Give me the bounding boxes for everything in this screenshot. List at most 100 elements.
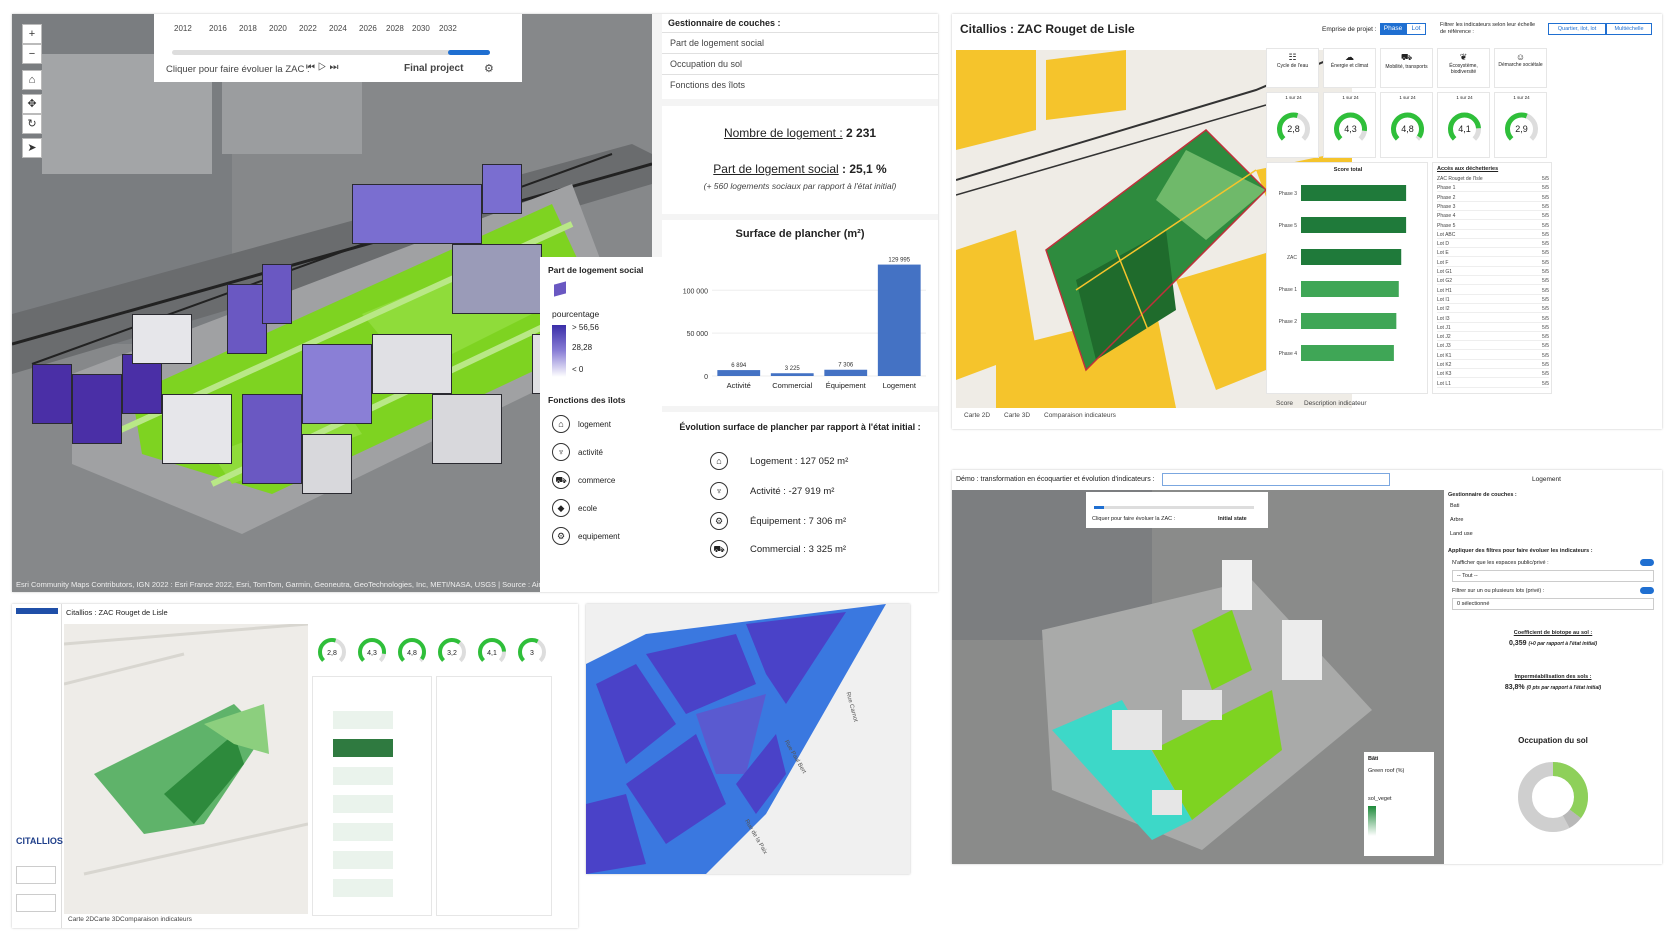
table-cell: 5/5 [1542, 250, 1549, 257]
score-card [312, 676, 432, 916]
timeline-slider[interactable] [1094, 506, 1254, 509]
filter2-select[interactable]: 0 sélectionné [1452, 598, 1654, 610]
y-tick-label: 50 000 [687, 331, 709, 338]
sidebar: CITALLIOS [12, 604, 63, 928]
tab-carte-2d[interactable]: Carte 2D [964, 412, 990, 419]
theme-card[interactable]: ☁ Énergie et climat [1323, 48, 1376, 88]
map-3d-aerial[interactable]: Cliquer pour faire évoluer la ZAC : Init… [952, 490, 1444, 864]
panel-2d-dashboard: Citallios : ZAC Rouget de Lisle Emprise … [952, 14, 1662, 429]
gauge: 4,1 [478, 638, 506, 666]
compass-icon[interactable]: ➤ [22, 138, 42, 158]
zoom-in-button[interactable]: + [22, 24, 42, 44]
pan-icon[interactable]: ✥ [22, 94, 42, 114]
housing-kpi-card: Nombre de logement : 2 231 Part de logem… [662, 106, 938, 214]
tab-carte-2d[interactable]: Carte 2D [68, 916, 94, 923]
table-cell: 5/5 [1542, 231, 1549, 238]
layer-item[interactable]: Bati [1450, 503, 1459, 509]
tab-carte-3d[interactable]: Carte 3D [94, 916, 120, 923]
score-bar [1301, 345, 1394, 361]
legend-max: > 56,56 [572, 323, 599, 332]
imp-title: Imperméabilisation des sols : [1514, 674, 1592, 680]
sidebar-button[interactable] [16, 608, 58, 614]
rotate-icon[interactable]: ↻ [22, 114, 42, 134]
home-icon[interactable]: ⌂ [22, 70, 42, 90]
tab-carte-3d[interactable]: Carte 3D [1004, 412, 1030, 419]
tab-comparaison[interactable]: Comparaison indicateurs [120, 916, 192, 923]
legend-sub2: sol_veget [1368, 796, 1392, 802]
bati-legend: Bâti Green roof (%) sol_veget [1364, 752, 1434, 856]
gauge: 2,8 [318, 638, 346, 666]
table-cell: Lot J1 [1437, 324, 1451, 331]
table-row: Lot I3 5/5 [1437, 316, 1549, 323]
sidebar-button[interactable] [16, 894, 56, 912]
toggle-switch[interactable] [1640, 559, 1654, 566]
table-cell: Lot E [1437, 250, 1449, 257]
table-cell: Phase 4 [1437, 213, 1456, 220]
gauge: 4,3 [358, 638, 386, 666]
house-icon: ⌂ [552, 415, 570, 433]
filter-option[interactable]: Multiéchelle [1606, 23, 1652, 35]
layer-manager-title: Gestionnaire de couches : [668, 18, 781, 28]
evolution-row: Commercial : 3 325 m² [750, 543, 847, 555]
theme-card[interactable]: ❦ Écosystème, biodiversité [1437, 48, 1490, 88]
tab-score[interactable]: Score [1276, 400, 1293, 407]
zoom-out-button[interactable]: − [22, 44, 42, 64]
tab-comparaison[interactable]: Comparaison indicateurs [1044, 412, 1116, 419]
toggle-switch[interactable] [1640, 587, 1654, 594]
timeline-state-label: Final project [404, 63, 464, 74]
timeline-year: 2016 [209, 24, 227, 33]
sidebar-button[interactable] [16, 866, 56, 884]
table-row: Lot G2 5/5 [1437, 278, 1549, 286]
table-row: Phase 5 5/5 [1437, 223, 1549, 230]
table-cell: 5/5 [1542, 222, 1549, 229]
timeline-year: 2028 [386, 24, 404, 33]
filter1-select[interactable]: -- Tout -- [1452, 570, 1654, 582]
gauge-page: 1 sur 24 [1513, 95, 1530, 100]
table-cell: Lot F [1437, 259, 1449, 266]
layer-item[interactable]: Part de logement social [662, 32, 938, 53]
gauge-page: 1 sur 24 [1285, 95, 1302, 100]
theme-icon: ☺ [1515, 52, 1526, 62]
map-2d-small[interactable] [63, 622, 309, 914]
theme-card[interactable]: ☺ Démarche sociétale [1494, 48, 1547, 88]
graduation-cap-icon: ◆ [552, 499, 570, 517]
timeline-slider[interactable] [172, 50, 490, 55]
filter-option[interactable]: Quartier, ilot, lot [1548, 23, 1606, 35]
table-row: Lot L1 5/5 [1437, 381, 1549, 388]
fonction-label: commerce [578, 475, 616, 485]
tab-description[interactable]: Description indicateur [1304, 400, 1367, 407]
table-cell: 5/5 [1542, 194, 1549, 201]
map-legend: Part de logement social pourcentage > 56… [540, 257, 662, 592]
table-row: Lot D 5/5 [1437, 241, 1549, 249]
settings-icon[interactable]: ⚙ [484, 62, 494, 75]
score-card: Score total Phase 3 Phase 5 ZAC Phase 1 Phas… [1266, 162, 1428, 394]
layer-item[interactable]: Occupation du sol [662, 53, 938, 74]
tab-logement[interactable]: Logement [1532, 476, 1561, 483]
housing-count-value: 2 231 [846, 126, 877, 140]
bar-chart: 0 50 000 100 000 6 894 Activité 3 225 Commerci… [683, 258, 926, 390]
x-tick-label: Équipement [826, 381, 867, 390]
table-cell: 5/5 [1542, 334, 1549, 341]
layer-manager: Gestionnaire de couches : Part de logeme… [662, 14, 938, 99]
layer-item[interactable]: Land use [1450, 531, 1473, 537]
table-cell: 5/5 [1542, 185, 1549, 192]
floor-area-evolution-card: Évolution surface de plancher par rappor… [662, 412, 938, 592]
score-row-label: ZAC [1287, 255, 1297, 261]
toggle-phase[interactable]: Phase [1380, 23, 1406, 35]
table-cell: 5/5 [1542, 287, 1549, 294]
map-small-canvas [63, 622, 309, 914]
table-row: Lot F 5/5 [1437, 260, 1549, 267]
app-title: Citallios : ZAC Rouget de Lisle [960, 22, 1135, 36]
timeline-controls[interactable]: ⏮ ▷ ⏭ [306, 62, 338, 73]
layer-item[interactable]: Arbre [1450, 517, 1463, 523]
panel-street-map[interactable]: Rue Paul Bert Rue Carnot Rue de la Paix [586, 604, 910, 874]
theme-card[interactable]: ⛟ Mobilité, transports [1380, 48, 1433, 88]
score-title: Score total [1333, 167, 1363, 173]
timeline-widget: Cliquer pour faire évoluer la ZAC : Init… [1086, 492, 1268, 528]
layer-item[interactable]: Fonctions des îlots [662, 74, 938, 95]
theme-card[interactable]: ☷ Cycle de l'eau [1266, 48, 1319, 88]
toggle-lot[interactable]: Lot [1406, 23, 1426, 35]
table-row: Phase 2 5/5 [1437, 195, 1549, 202]
search-input[interactable] [1162, 473, 1390, 486]
y-tick-label: 0 [704, 374, 708, 381]
